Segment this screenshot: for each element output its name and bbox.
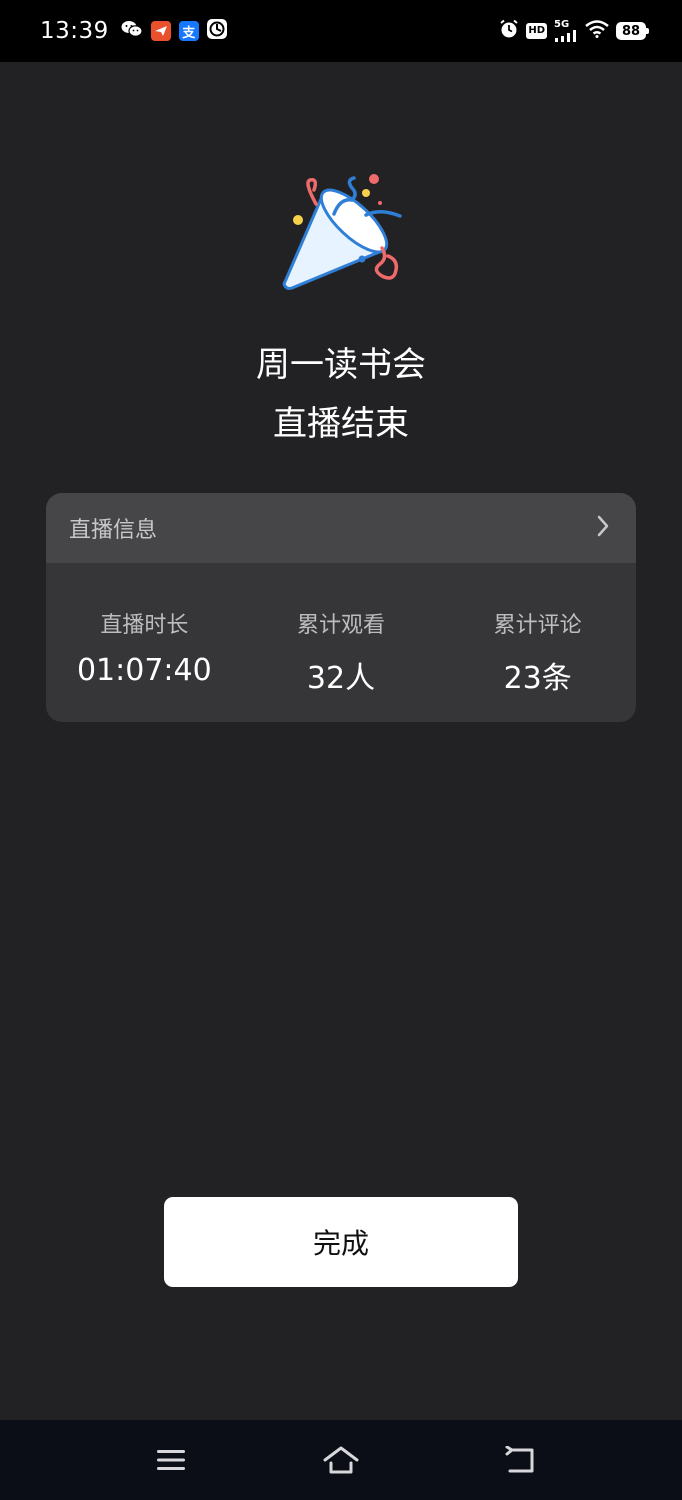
stat-value: 32人 [306,661,376,696]
battery-icon: 88 [616,22,649,40]
status-left-icons: 支 [121,19,227,43]
system-nav-bar [0,1420,682,1500]
done-button[interactable]: 完成 [164,1197,518,1287]
alipay-icon: 支 [178,21,199,41]
stat-value: 01:07:40 [76,653,212,688]
chevron-right-icon [596,515,610,541]
stat-comments: 累计评论 23条 [439,563,636,722]
page-title: 周一读书会 [256,345,426,385]
stat-value: 23条 [503,661,572,696]
live-info-header[interactable]: 直播信息 [46,493,636,563]
stats-row: 直播时长 01:07:40 累计观看 32人 累计评论 23条 [46,563,636,722]
email-app-icon [150,21,171,41]
alarm-icon [499,19,519,43]
party-popper-icon [276,172,406,297]
wifi-icon [585,20,609,42]
status-bar: 13:39 支 HD 5G 88 [0,0,682,62]
hd-icon: HD [526,23,547,39]
stat-label: 累计观看 [297,613,386,638]
live-info-label: 直播信息 [69,518,158,543]
back-icon[interactable] [481,1420,561,1500]
stat-duration: 直播时长 01:07:40 [46,563,243,722]
status-right-icons: HD 5G 88 [499,0,649,62]
menu-icon[interactable] [131,1420,211,1500]
stat-label: 累计评论 [493,613,582,638]
app-circle-icon [206,19,227,43]
signal-5g-icon: 5G [554,20,578,42]
stat-label: 直播时长 [100,613,189,638]
page-subtitle: 直播结束 [273,404,409,444]
wechat-icon [121,20,143,42]
live-info-card: 直播信息 直播时长 01:07:40 累计观看 32人 累计评论 23条 [46,493,636,722]
network-label: 5G [554,19,570,30]
home-icon[interactable] [301,1420,381,1500]
stat-viewers: 累计观看 32人 [243,563,440,722]
status-time: 13:39 [40,18,109,44]
